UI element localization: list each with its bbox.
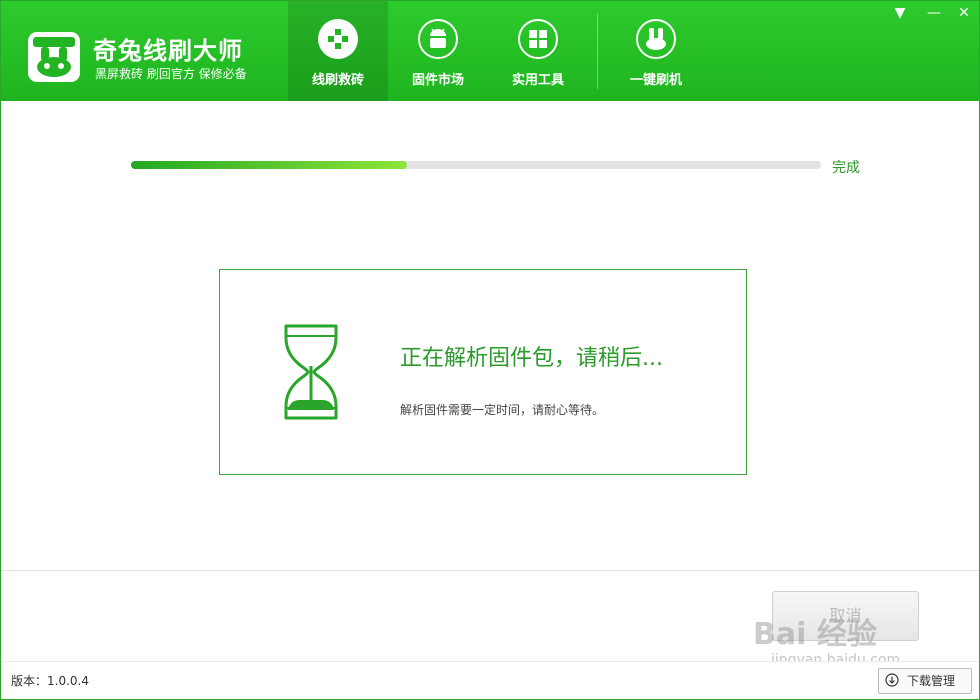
app-window: 奇兔线刷大师 黑屏救砖 刷回官方 保修必备 线刷救砖 固件市场 实用工具 一键刷… (0, 0, 980, 700)
status-panel: 正在解析固件包，请稍后... 解析固件需要一定时间，请耐心等待。 (219, 269, 747, 475)
watermark: Bai 经验 (753, 617, 877, 652)
status-bar (1, 661, 979, 699)
tab-label: 固件市场 (411, 73, 464, 88)
header-bar: 奇兔线刷大师 黑屏救砖 刷回官方 保修必备 线刷救砖 固件市场 实用工具 一键刷… (1, 1, 979, 101)
nav-separator (597, 13, 598, 89)
progress-bar (131, 161, 821, 169)
progress-label: 完成 (832, 160, 860, 176)
tab-label: 一键刷机 (629, 73, 682, 88)
app-title: 奇兔线刷大师 (93, 37, 243, 65)
tab-label: 线刷救砖 (311, 73, 364, 88)
tab-one-click-flash[interactable]: 一键刷机 (606, 1, 706, 101)
grid-icon (518, 19, 558, 59)
version-label: 版本：1.0.0.4 (11, 674, 89, 688)
minimize-button[interactable]: — (919, 1, 949, 25)
rabbit-icon (636, 19, 676, 59)
app-subtitle: 黑屏救砖 刷回官方 保修必备 (95, 67, 247, 81)
progress-fill (131, 161, 407, 169)
download-icon (885, 673, 899, 687)
hourglass-icon (284, 324, 338, 420)
cross-plus-icon (318, 19, 358, 59)
status-title: 正在解析固件包，请稍后... (400, 346, 663, 371)
tab-flash-rescue[interactable]: 线刷救砖 (288, 1, 388, 101)
android-icon (418, 19, 458, 59)
menu-dropdown-button[interactable]: ▼ (885, 1, 915, 25)
footer-divider (1, 570, 979, 571)
download-manager-label: 下载管理 (907, 674, 956, 688)
tab-tools[interactable]: 实用工具 (488, 1, 588, 101)
tab-firmware-market[interactable]: 固件市场 (388, 1, 488, 101)
status-subtitle: 解析固件需要一定时间，请耐心等待。 (400, 403, 605, 417)
tab-label: 实用工具 (511, 73, 564, 88)
close-button[interactable]: ✕ (949, 1, 979, 25)
download-manager-button[interactable]: 下载管理 (878, 668, 972, 694)
rabbit-logo-icon (28, 32, 80, 82)
